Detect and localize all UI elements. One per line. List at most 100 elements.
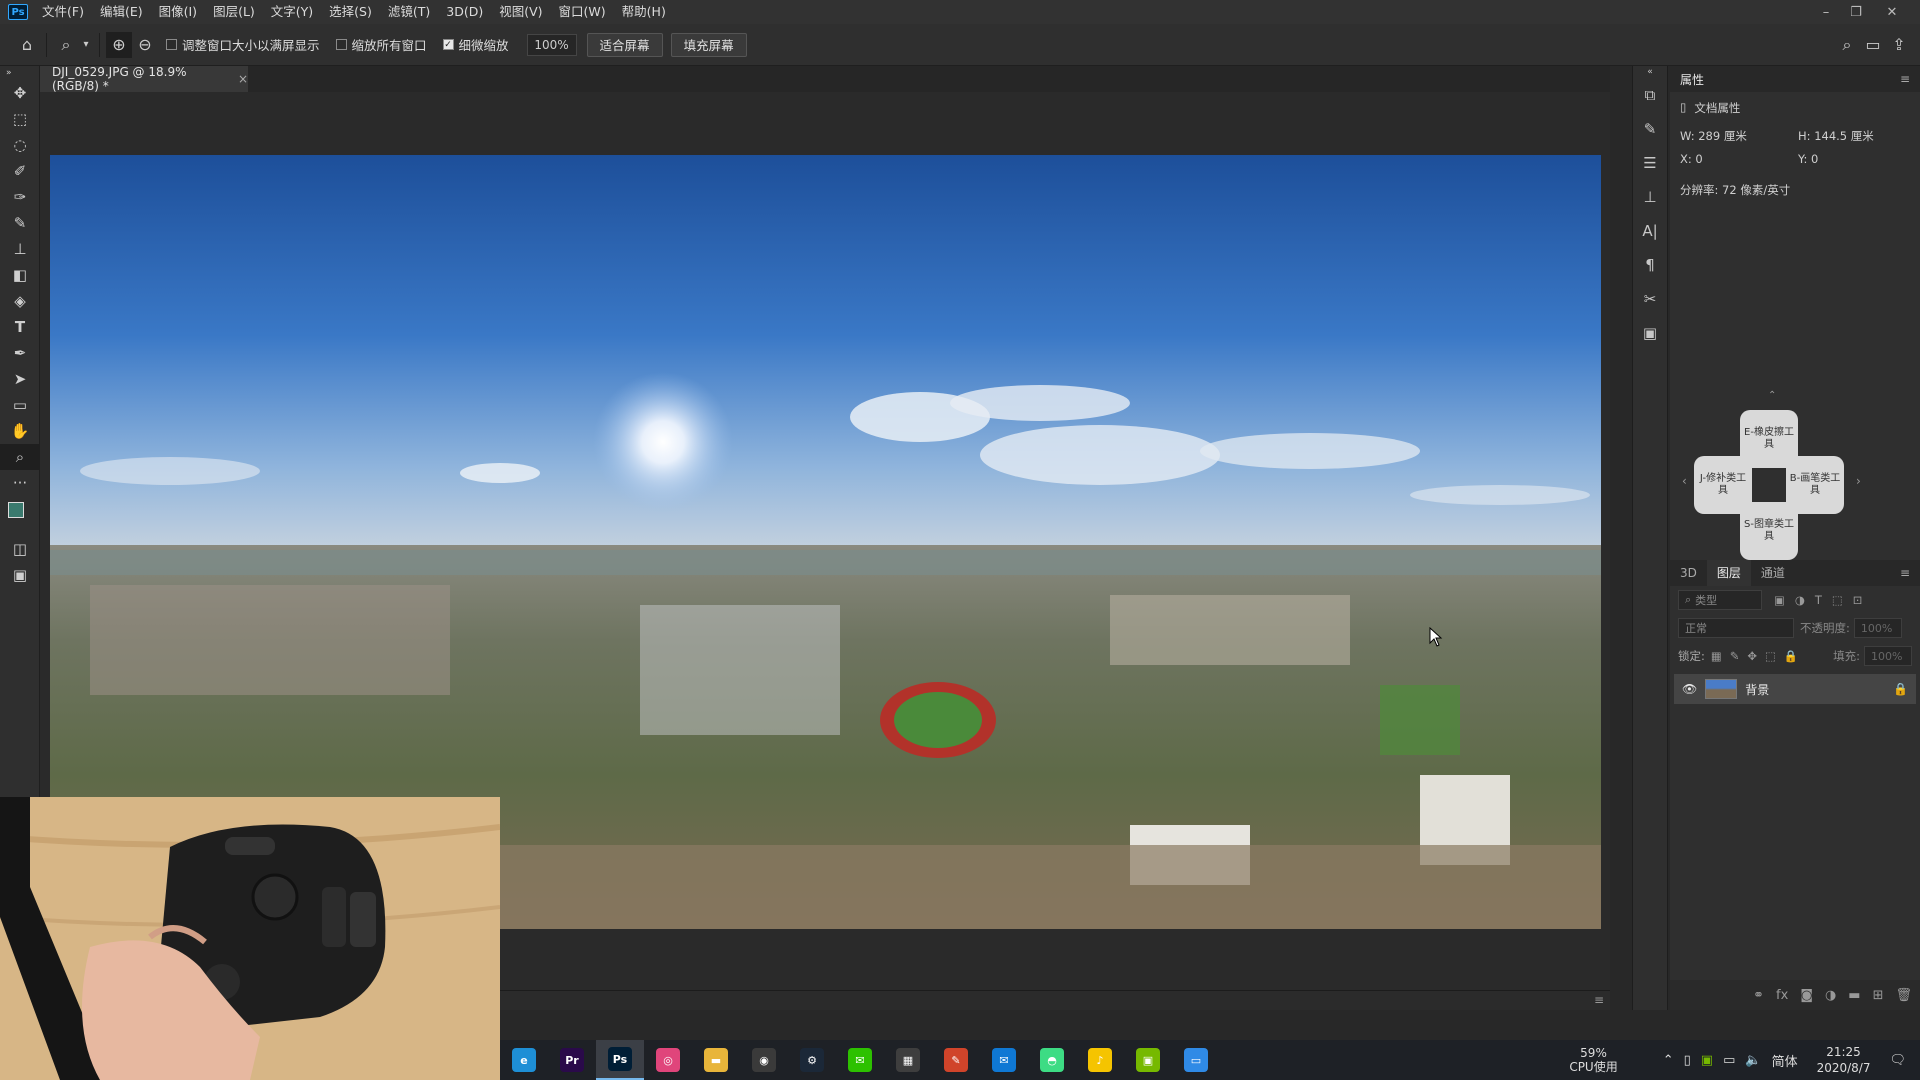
menu-view[interactable]: 视图(V): [491, 0, 550, 24]
notification-icon[interactable]: 🗨: [1889, 1053, 1906, 1068]
x-value[interactable]: 0: [1695, 152, 1702, 166]
properties-tab[interactable]: 属性: [1680, 71, 1704, 88]
collapse-panels-icon[interactable]: «: [1633, 66, 1667, 78]
foreground-color-swatch[interactable]: [8, 502, 24, 518]
type-tool-icon[interactable]: T: [0, 314, 40, 340]
paragraph-icon[interactable]: ¶: [1633, 248, 1667, 282]
tray-chevron-up-icon[interactable]: ⌃: [1663, 1053, 1674, 1068]
taskbar-music[interactable]: ♪: [1076, 1040, 1124, 1080]
pen-tool-icon[interactable]: ✒: [0, 340, 40, 366]
lock-icons[interactable]: ▦✎✥⬚🔒: [1711, 649, 1806, 663]
layers-menu-icon[interactable]: ≡: [1900, 566, 1910, 580]
taskbar-paint[interactable]: ✎: [932, 1040, 980, 1080]
path-select-tool-icon[interactable]: ➤: [0, 366, 40, 392]
menu-layer[interactable]: 图层(L): [205, 0, 263, 24]
dial-bottom-petal[interactable]: S-图章类工具: [1740, 502, 1798, 560]
rectangle-tool-icon[interactable]: ▭: [0, 392, 40, 418]
opacity-field[interactable]: 100%: [1853, 618, 1902, 638]
menu-file[interactable]: 文件(F): [34, 0, 92, 24]
layer-filter-field[interactable]: ⌕ 类型: [1678, 590, 1762, 610]
menu-help[interactable]: 帮助(H): [614, 0, 674, 24]
search-icon[interactable]: ⌕: [1834, 32, 1860, 58]
dial-up-chevron-icon[interactable]: ⌃: [1768, 390, 1776, 401]
taskbar-gallery[interactable]: ◎: [644, 1040, 692, 1080]
volume-icon[interactable]: 🔈: [1745, 1053, 1761, 1068]
workspace-icon[interactable]: ▭: [1860, 32, 1886, 58]
resize-windows-checkbox[interactable]: [166, 39, 177, 50]
libraries-icon[interactable]: ▣: [1633, 316, 1667, 350]
screen-mode-icon[interactable]: ▣: [0, 562, 40, 588]
close-tab-icon[interactable]: ×: [238, 72, 248, 86]
brush-tool-icon[interactable]: ✎: [0, 210, 40, 236]
zoom-all-option[interactable]: 缩放所有窗口: [335, 35, 427, 54]
lasso-tool-icon[interactable]: ◌: [0, 132, 40, 158]
taskbar-mail[interactable]: ✉: [980, 1040, 1028, 1080]
fx-icon[interactable]: fx: [1776, 988, 1788, 1003]
more-tools-icon[interactable]: ···: [0, 470, 40, 496]
chevron-down-icon[interactable]: ▾: [79, 32, 93, 58]
clock[interactable]: 21:25 2020/8/7: [1817, 1044, 1871, 1076]
color-swatches[interactable]: [0, 496, 40, 536]
share-icon[interactable]: ⇪: [1886, 32, 1912, 58]
fit-screen-button[interactable]: 适合屏幕: [586, 32, 663, 57]
menu-window[interactable]: 窗口(W): [551, 0, 614, 24]
eraser-tool-icon[interactable]: ◧: [0, 262, 40, 288]
link-layers-icon[interactable]: ⚭: [1753, 988, 1764, 1003]
hand-tool-icon[interactable]: ✋: [0, 418, 40, 444]
scrubby-zoom-option[interactable]: ✓ 细微缩放: [442, 35, 509, 54]
clone-source-icon[interactable]: ⊥: [1633, 180, 1667, 214]
history-icon[interactable]: ⧉: [1633, 78, 1667, 112]
taskbar-store[interactable]: ▦: [884, 1040, 932, 1080]
paint-bucket-tool-icon[interactable]: ◈: [0, 288, 40, 314]
layer-filter-icons[interactable]: ▣◑T⬚⊡: [1774, 593, 1872, 607]
zoom-tool-icon[interactable]: ⌕: [53, 32, 79, 58]
cpu-meter[interactable]: 59% CPU使用: [1569, 1046, 1617, 1074]
taskbar-davinci[interactable]: ◉: [740, 1040, 788, 1080]
menu-filter[interactable]: 滤镜(T): [380, 0, 438, 24]
taskbar-photoshop[interactable]: Ps: [596, 1040, 644, 1080]
adjustments-icon[interactable]: ☰: [1633, 146, 1667, 180]
menu-edit[interactable]: 编辑(E): [92, 0, 151, 24]
character-icon[interactable]: A|: [1633, 214, 1667, 248]
marquee-tool-icon[interactable]: ⬚: [0, 106, 40, 132]
fill-screen-button[interactable]: 填充屏幕: [670, 32, 747, 57]
zoom-in-icon[interactable]: ⊕: [106, 31, 132, 58]
menu-image[interactable]: 图像(I): [151, 0, 205, 24]
zoom-out-icon[interactable]: ⊖: [132, 32, 158, 58]
close-window-button[interactable]: ✕: [1878, 0, 1906, 24]
quick-select-tool-icon[interactable]: ✐: [0, 158, 40, 184]
network-icon[interactable]: ▭: [1723, 1053, 1735, 1068]
adjustment-layer-icon[interactable]: ◑: [1825, 988, 1836, 1003]
tool-presets-icon[interactable]: ✂: [1633, 282, 1667, 316]
layer-name[interactable]: 背景: [1745, 681, 1769, 698]
taskbar-wechat[interactable]: ✉: [836, 1040, 884, 1080]
input-method-label[interactable]: 简体: [1772, 1051, 1798, 1070]
resize-windows-option[interactable]: 调整窗口大小以满屏显示: [166, 35, 320, 54]
zoom-tool-icon[interactable]: ⌕: [0, 444, 40, 470]
tab-layers[interactable]: 图层: [1706, 560, 1751, 586]
taskbar-android[interactable]: ◓: [1028, 1040, 1076, 1080]
tab-channels[interactable]: 通道: [1751, 560, 1795, 586]
zoom-all-checkbox[interactable]: [335, 39, 347, 50]
eyedropper-tool-icon[interactable]: ✑: [0, 184, 40, 210]
collapse-icon[interactable]: »: [0, 66, 40, 80]
scrubby-zoom-checkbox[interactable]: ✓: [442, 39, 454, 50]
layer-row-background[interactable]: 👁 背景 🔒: [1674, 674, 1916, 704]
menu-3d[interactable]: 3D(D): [438, 0, 491, 24]
stamp-tool-icon[interactable]: ⊥: [0, 236, 40, 262]
panel-menu-icon[interactable]: ≡: [1900, 72, 1910, 86]
taskbar-remote[interactable]: ▭: [1172, 1040, 1220, 1080]
document-tab[interactable]: DJI_0529.JPG @ 18.9%(RGB/8) * ×: [40, 65, 248, 93]
taskbar-nvidia[interactable]: ▣: [1124, 1040, 1172, 1080]
minimize-button[interactable]: –: [1812, 0, 1840, 24]
home-icon[interactable]: ⌂: [14, 32, 40, 58]
status-menu-icon[interactable]: ≡: [1594, 993, 1604, 1007]
width-value[interactable]: 289 厘米: [1698, 128, 1747, 144]
add-mask-icon[interactable]: ◙: [1800, 988, 1813, 1003]
new-group-icon[interactable]: ▬: [1848, 988, 1860, 1003]
quick-mask-icon[interactable]: ◫: [0, 536, 40, 562]
y-value[interactable]: 0: [1811, 152, 1818, 166]
height-value[interactable]: 144.5 厘米: [1814, 128, 1874, 144]
nvidia-tray-icon[interactable]: ▣: [1701, 1053, 1713, 1068]
move-tool-icon[interactable]: ✥: [0, 80, 40, 106]
